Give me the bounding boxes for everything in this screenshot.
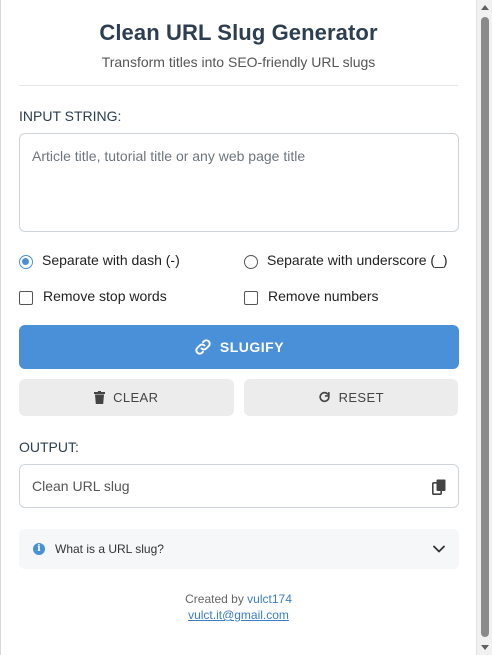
clear-label: CLEAR bbox=[113, 390, 159, 405]
option-dash[interactable]: Separate with dash (-) bbox=[19, 249, 244, 271]
email-link[interactable]: vulct.it@gmail.com bbox=[188, 608, 289, 622]
option-dash-label: Separate with dash (-) bbox=[42, 252, 180, 268]
trash-icon bbox=[94, 391, 106, 404]
faq-question: What is a URL slug? bbox=[55, 542, 164, 556]
reset-label: RESET bbox=[338, 390, 384, 405]
scroll-down-arrow-icon[interactable] bbox=[481, 645, 489, 650]
radio-underscore[interactable] bbox=[244, 255, 258, 269]
input-label: INPUT STRING: bbox=[19, 108, 122, 124]
page-title: Clean URL Slug Generator bbox=[99, 20, 378, 45]
chevron-down-icon[interactable] bbox=[433, 545, 445, 553]
created-by-text: Created by bbox=[185, 592, 244, 606]
page-subtitle: Transform titles into SEO-friendly URL s… bbox=[19, 54, 458, 86]
options-group: Separate with dash (-) Separate with und… bbox=[19, 249, 458, 307]
option-underscore-label: Separate with underscore (_) bbox=[267, 252, 448, 268]
scroll-thumb[interactable] bbox=[481, 17, 489, 637]
redo-icon bbox=[318, 391, 330, 403]
option-remove-stop-words[interactable]: Remove stop words bbox=[19, 285, 244, 307]
output-field[interactable]: Clean URL slug bbox=[19, 464, 459, 508]
footer: Created by vulct174 vulct.it@gmail.com bbox=[19, 591, 458, 623]
faq-accordion[interactable]: i What is a URL slug? bbox=[19, 529, 459, 569]
info-icon: i bbox=[33, 543, 45, 555]
output-label: OUTPUT: bbox=[19, 439, 79, 455]
main-container: Clean URL Slug Generator Transform title… bbox=[1, 0, 476, 623]
slugify-label: SLUGIFY bbox=[219, 339, 285, 355]
author-link[interactable]: vulct174 bbox=[247, 592, 292, 606]
copy-icon[interactable] bbox=[432, 479, 446, 495]
vertical-scrollbar[interactable] bbox=[476, 0, 492, 655]
secondary-button-row: CLEAR RESET bbox=[19, 379, 458, 416]
output-placeholder: Clean URL slug bbox=[32, 478, 130, 494]
checkbox-remove-numbers[interactable] bbox=[244, 291, 258, 305]
clear-button[interactable]: CLEAR bbox=[19, 379, 234, 416]
scroll-up-arrow-icon[interactable] bbox=[481, 5, 489, 10]
app-frame: Clean URL Slug Generator Transform title… bbox=[0, 0, 476, 655]
checkbox-remove-stop-words[interactable] bbox=[19, 291, 33, 305]
footer-credit: Created by vulct174 bbox=[19, 591, 458, 607]
radio-dash[interactable] bbox=[19, 255, 33, 269]
footer-email-row: vulct.it@gmail.com bbox=[19, 607, 458, 623]
option-remove-numbers[interactable]: Remove numbers bbox=[244, 285, 459, 307]
reset-button[interactable]: RESET bbox=[243, 379, 458, 416]
slugify-button[interactable]: SLUGIFY bbox=[19, 325, 459, 369]
option-underscore[interactable]: Separate with underscore (_) bbox=[244, 249, 459, 271]
input-string-field[interactable] bbox=[19, 133, 459, 232]
link-icon bbox=[195, 339, 211, 355]
option-remove-numbers-label: Remove numbers bbox=[268, 288, 379, 304]
option-remove-stop-words-label: Remove stop words bbox=[43, 288, 167, 304]
